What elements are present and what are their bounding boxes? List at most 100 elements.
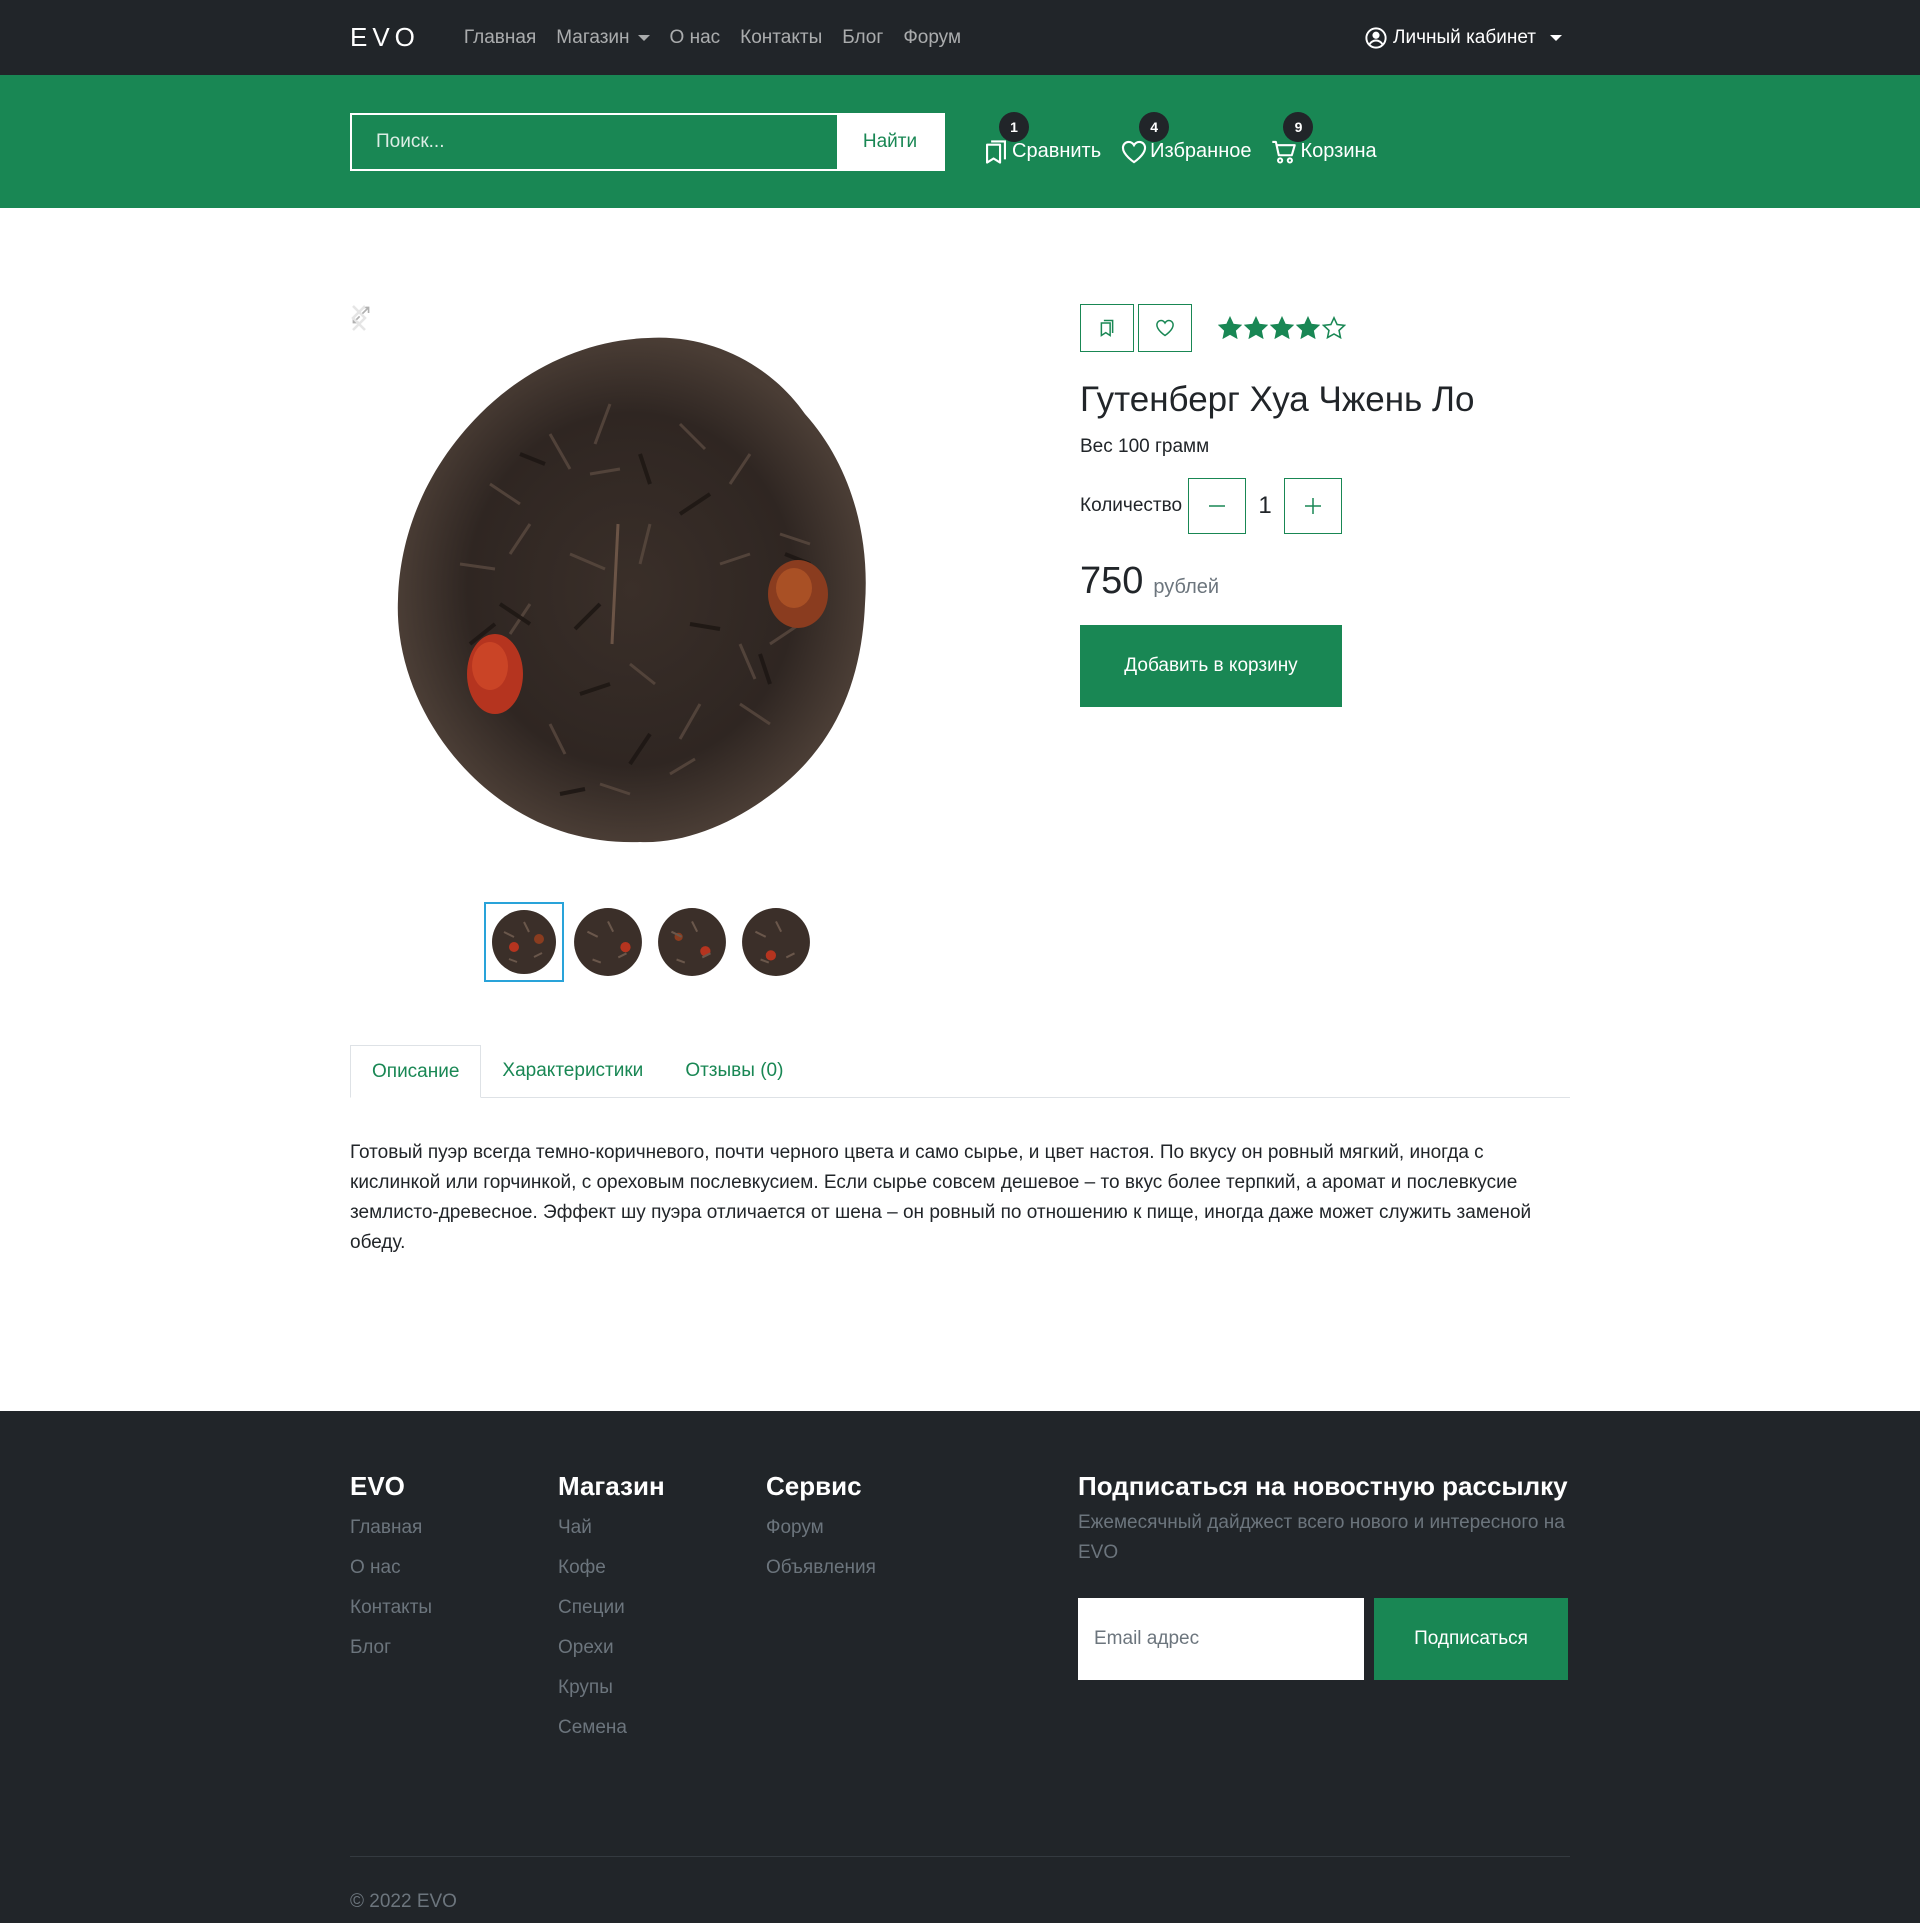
nav-link-forum[interactable]: Форум	[893, 27, 971, 49]
tab-specifications[interactable]: Характеристики	[481, 1045, 664, 1097]
star-filled-icon	[1296, 316, 1320, 340]
cart-label: Корзина	[1300, 140, 1377, 162]
footer-link-coffee[interactable]: Кофе	[558, 1548, 766, 1588]
nav-link-shop[interactable]: Магазин	[546, 27, 659, 49]
thumbnail-4[interactable]	[736, 902, 816, 982]
quantity-label: Количество	[1080, 495, 1183, 516]
cart-icon	[1272, 140, 1297, 164]
add-to-cart-button[interactable]: Добавить в корзину	[1080, 625, 1342, 707]
footer-col-shop: Магазин Чай Кофе Специи Орехи Крупы Семе…	[558, 1471, 766, 1748]
nav-link-shop-label: Магазин	[556, 26, 630, 48]
thumbnail-strip	[484, 902, 816, 982]
heart-icon	[1122, 140, 1147, 163]
increase-quantity-button[interactable]	[1284, 478, 1343, 534]
account-label: Личный кабинет	[1393, 26, 1536, 48]
price: 750 рублей	[1080, 560, 1570, 603]
favorites-link[interactable]: 4 Избранное	[1121, 111, 1252, 166]
footer-link-blog[interactable]: Блог	[350, 1628, 558, 1668]
main-nav: Главная Магазин О нас Контакты Блог Фору…	[454, 27, 971, 49]
tea-leaves-image	[397, 337, 866, 843]
footer-link-forum[interactable]: Форум	[766, 1508, 974, 1548]
search-bar-section: Найти 1 Сравнить 4 Избранное 9 Корзина	[0, 75, 1920, 208]
nav-link-contacts[interactable]: Контакты	[730, 27, 832, 49]
user-circle-icon	[1365, 26, 1387, 49]
compare-link[interactable]: 1 Сравнить	[983, 111, 1101, 166]
top-navbar: EVO Главная Магазин О нас Контакты Блог …	[0, 0, 1920, 75]
rating-stars	[1218, 316, 1346, 340]
product-tabs: Описание Характеристики Отзывы (0)	[350, 1045, 1570, 1098]
footer-link-about[interactable]: О нас	[350, 1548, 558, 1588]
search-button[interactable]: Найти	[837, 114, 943, 169]
brand-logo[interactable]: EVO	[350, 22, 420, 53]
nav-link-about[interactable]: О нас	[660, 27, 731, 49]
account-dropdown[interactable]: Личный кабинет	[1365, 27, 1562, 49]
cart-link[interactable]: 9 Корзина	[1271, 111, 1377, 166]
product-main-image[interactable]	[350, 304, 945, 904]
footer-link-spices[interactable]: Специи	[558, 1588, 766, 1628]
footer-link-contacts[interactable]: Контакты	[350, 1588, 558, 1628]
product-section: Гутенберг Хуа Чжень Ло Вес 100 грамм Кол…	[350, 208, 1570, 1045]
quantity-stepper: Количество 1	[1080, 478, 1570, 534]
search-form: Найти	[350, 112, 945, 171]
footer-divider	[350, 1856, 1570, 1857]
thumbnail-2[interactable]	[568, 902, 648, 982]
footer-col-title: Сервис	[766, 1471, 862, 1501]
nav-link-blog[interactable]: Блог	[832, 27, 893, 49]
decrease-quantity-button[interactable]	[1188, 478, 1247, 534]
add-to-favorites-button[interactable]	[1138, 304, 1192, 352]
star-filled-icon	[1270, 316, 1294, 340]
quick-links: 1 Сравнить 4 Избранное 9 Корзина	[983, 111, 1377, 166]
product-title: Гутенберг Хуа Чжень Ло	[1080, 380, 1475, 419]
footer: EVO Главная О нас Контакты Блог Магазин …	[0, 1411, 1920, 1923]
add-to-compare-button[interactable]	[1080, 304, 1134, 352]
subscribe-button[interactable]: Подписаться	[1374, 1598, 1568, 1680]
nav-link-home[interactable]: Главная	[454, 27, 546, 49]
favorites-count-badge: 4	[1139, 111, 1170, 142]
bookmarks-icon	[986, 139, 1006, 164]
product-weight: Вес 100 грамм	[1080, 436, 1210, 457]
compare-count-badge: 1	[999, 111, 1029, 142]
footer-col-service: Сервис Форум Объявления	[766, 1471, 974, 1748]
product-info: Гутенберг Хуа Чжень Ло Вес 100 грамм Кол…	[1080, 304, 1570, 1045]
footer-col-title: EVO	[350, 1471, 405, 1501]
star-filled-icon	[1244, 316, 1268, 340]
tea-thumbnail	[742, 908, 810, 976]
tea-thumbnail	[492, 910, 556, 974]
copyright: © 2022 EVO	[350, 1891, 457, 1912]
thumbnail-3[interactable]	[652, 902, 732, 982]
chevron-right-icon[interactable]	[350, 304, 368, 332]
footer-col-evo: EVO Главная О нас Контакты Блог	[350, 1471, 558, 1748]
newsletter-form: Подписаться на новостную рассылку Ежемес…	[1078, 1471, 1568, 1748]
footer-col-title: Магазин	[558, 1471, 665, 1501]
tab-description[interactable]: Описание	[350, 1045, 482, 1098]
star-empty-icon	[1322, 316, 1346, 340]
cart-count-badge: 9	[1283, 111, 1314, 142]
footer-link-grains[interactable]: Крупы	[558, 1668, 766, 1708]
price-value: 750	[1080, 560, 1144, 602]
chevron-down-icon	[1550, 34, 1562, 41]
plus-icon	[1305, 498, 1322, 514]
heart-icon	[1156, 319, 1174, 337]
newsletter-title: Подписаться на новостную рассылку	[1078, 1471, 1568, 1501]
price-currency: рублей	[1153, 576, 1220, 598]
footer-link-ads[interactable]: Объявления	[766, 1548, 974, 1588]
search-input[interactable]	[352, 114, 837, 169]
tea-thumbnail	[658, 908, 726, 976]
email-field[interactable]	[1078, 1598, 1364, 1680]
product-gallery	[350, 304, 945, 1045]
footer-link-seeds[interactable]: Семена	[558, 1708, 766, 1748]
quantity-value[interactable]: 1	[1246, 492, 1284, 520]
favorites-label: Избранное	[1150, 140, 1252, 162]
footer-link-home[interactable]: Главная	[350, 1508, 558, 1548]
footer-link-tea[interactable]: Чай	[558, 1508, 766, 1548]
footer-link-nuts[interactable]: Орехи	[558, 1628, 766, 1668]
bookmarks-icon	[1100, 319, 1114, 337]
tab-reviews[interactable]: Отзывы (0)	[664, 1045, 804, 1097]
thumbnail-1[interactable]	[484, 902, 564, 982]
chevron-down-icon	[637, 34, 650, 41]
star-filled-icon	[1218, 316, 1242, 340]
minus-icon	[1209, 505, 1226, 507]
tea-thumbnail	[574, 908, 642, 976]
product-description: Готовый пуэр всегда темно-коричневого, п…	[350, 1142, 1532, 1253]
newsletter-text: Ежемесячный дайджест всего нового и инте…	[1078, 1512, 1565, 1563]
